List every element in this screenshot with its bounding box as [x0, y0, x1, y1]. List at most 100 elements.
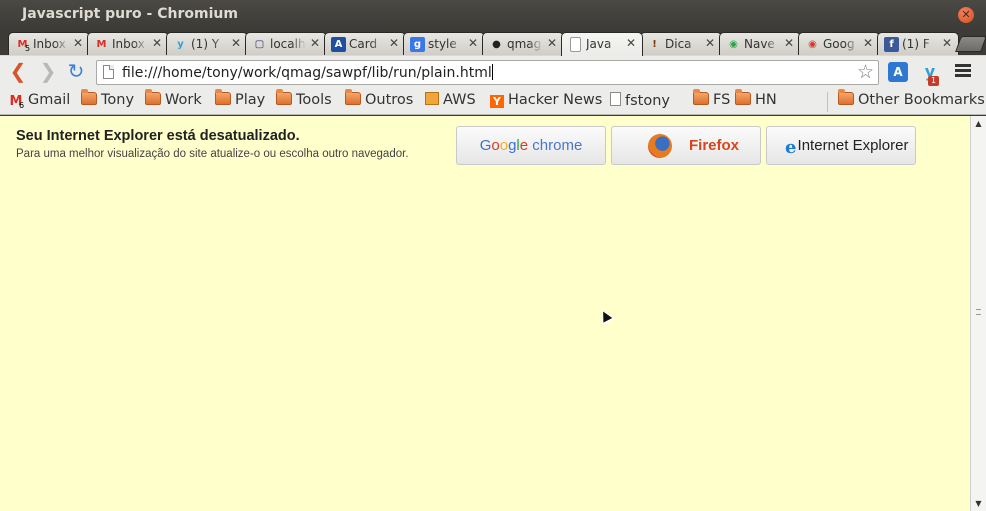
toolbar: ❮ ❯ ↻ file:///home/tony/work/qmag/sawpf/…	[0, 55, 986, 88]
page-icon	[570, 37, 581, 52]
bookmark-hn[interactable]: HN	[735, 89, 777, 112]
bookmark-label: fstony	[625, 93, 670, 109]
folder-icon	[693, 89, 709, 105]
tab-label: qmag	[507, 37, 542, 51]
bookmarks-separator	[827, 92, 828, 112]
bookmark-outros[interactable]: Outros	[345, 89, 414, 112]
bookmark-label: Play	[235, 92, 266, 108]
bookmark-label: Outros	[365, 92, 414, 108]
bookmark-label: Tony	[101, 92, 135, 108]
ycombinator-icon: y	[177, 39, 184, 50]
firefox-button[interactable]: Firefox	[611, 126, 761, 165]
chrome-icon: ◉	[729, 39, 738, 50]
folder-icon	[735, 89, 751, 105]
page-icon	[103, 65, 114, 79]
scrollbar-grip[interactable]	[976, 309, 981, 315]
close-icon[interactable]: ✕	[958, 7, 974, 23]
address-bar[interactable]: file:///home/tony/work/qmag/sawpf/lib/ru…	[96, 60, 879, 85]
warning-subtitle: Para uma melhor visualização do site atu…	[16, 148, 409, 160]
tab-0[interactable]: M Inbox ✕ 5	[8, 32, 90, 55]
bookmark-tony[interactable]: Tony	[81, 89, 135, 112]
tab-close-icon[interactable]: ✕	[784, 36, 794, 50]
bookmark-hacker-news[interactable]: Y Hacker News	[490, 92, 602, 112]
back-button[interactable]: ❮	[6, 60, 30, 84]
tab-10[interactable]: ◉ Goog ✕	[798, 32, 880, 55]
folder-icon	[838, 89, 854, 105]
tab-close-icon[interactable]: ✕	[73, 36, 83, 50]
vertical-scrollbar[interactable]: ▲ ▼	[970, 116, 986, 511]
tab-close-icon[interactable]: ✕	[231, 36, 241, 50]
tab-5[interactable]: g style ✕	[403, 32, 485, 55]
folder-icon	[345, 89, 361, 105]
tab-9[interactable]: ◉ Nave ✕	[719, 32, 801, 55]
bookmark-label: Gmail	[28, 92, 71, 108]
tab-close-icon[interactable]: ✕	[705, 36, 715, 50]
window-title: Javascript puro - Chromium	[22, 6, 238, 22]
reload-button[interactable]: ↻	[64, 60, 88, 84]
bookmark-work[interactable]: Work	[145, 89, 202, 112]
title-bar: Javascript puro - Chromium ✕	[0, 0, 986, 30]
tab-close-icon[interactable]: ✕	[310, 36, 320, 50]
other-bookmarks[interactable]: Other Bookmarks	[838, 89, 985, 112]
tab-close-icon[interactable]: ✕	[547, 36, 557, 50]
tab-label: localhost	[270, 37, 306, 51]
facebook-icon: f	[884, 37, 899, 52]
tab-label: (1) F	[902, 37, 930, 51]
menu-icon[interactable]	[955, 64, 971, 80]
url-text[interactable]: file:///home/tony/work/qmag/sawpf/lib/ru…	[122, 64, 493, 81]
bookmark-fs[interactable]: FS	[693, 89, 731, 112]
tab-8[interactable]: ! Dica ✕	[640, 32, 722, 55]
bookmark-label: Other Bookmarks	[858, 92, 985, 108]
browser-window: Javascript puro - Chromium ✕ M Inbox ✕ 5 M In…	[0, 0, 986, 511]
bookmark-badge: 6	[19, 101, 25, 110]
tab-close-icon[interactable]: ✕	[942, 36, 952, 50]
bookmark-tools[interactable]: Tools	[276, 89, 332, 112]
bookmark-aws[interactable]: AWS	[425, 92, 476, 112]
scroll-down-arrow-icon[interactable]: ▼	[971, 496, 986, 511]
bookmark-fstony[interactable]: fstony	[610, 92, 670, 112]
tab-close-icon[interactable]: ✕	[626, 36, 636, 50]
warning-title: Seu Internet Explorer está desatualizado…	[16, 128, 300, 144]
tab-close-icon[interactable]: ✕	[152, 36, 162, 50]
tab-close-icon[interactable]: ✕	[468, 36, 478, 50]
bookmark-label: FS	[713, 92, 731, 108]
bookmark-gmail[interactable]: M Gmail 6	[8, 92, 71, 112]
page-content: Seu Internet Explorer está desatualizado…	[0, 116, 970, 511]
tab-label: Dica	[665, 37, 692, 51]
google-brand-text: Google	[479, 137, 529, 154]
bookmark-play[interactable]: Play	[215, 89, 266, 112]
tab-close-icon[interactable]: ✕	[389, 36, 399, 50]
extension-badge: 1	[928, 76, 940, 86]
bookmark-label: AWS	[443, 92, 476, 108]
bookmark-label: HN	[755, 92, 777, 108]
bookmark-label: Work	[165, 92, 202, 108]
forward-button[interactable]: ❯	[36, 60, 60, 84]
tab-strip: MInbox✕5MInbox✕y(1) Y✕▢localhost✕ACard✕g…	[0, 30, 986, 56]
bookmark-star-icon[interactable]: ☆	[857, 61, 874, 83]
gmail-icon: M	[96, 39, 107, 50]
chrome-icon: ◉	[808, 39, 817, 50]
tab-4[interactable]: A Card ✕	[324, 32, 406, 55]
tab-close-icon[interactable]: ✕	[863, 36, 873, 50]
internet-explorer-button[interactable]: e Internet Explorer	[766, 126, 916, 165]
folder-icon	[81, 89, 97, 105]
google-chrome-button[interactable]: Google chrome	[456, 126, 606, 165]
tab-2[interactable]: y (1) Y ✕	[166, 32, 248, 55]
app-icon: ▢	[254, 39, 265, 50]
translate-icon[interactable]: A	[888, 62, 908, 82]
tab-6[interactable]: ● qmag ✕	[482, 32, 564, 55]
a-letter-icon: A	[331, 37, 346, 52]
tab-label: Card	[349, 37, 378, 51]
tab-1[interactable]: M Inbox ✕	[87, 32, 169, 55]
tab-badge: 5	[25, 44, 31, 53]
github-icon: ●	[492, 39, 501, 50]
google-icon: g	[410, 37, 425, 52]
tab-3[interactable]: ▢ localhost ✕	[245, 32, 327, 55]
scroll-up-arrow-icon[interactable]: ▲	[971, 116, 986, 131]
folder-icon	[145, 89, 161, 105]
folder-icon	[276, 89, 292, 105]
tab-label: (1) Y	[191, 37, 220, 51]
tab-11[interactable]: f (1) F ✕	[877, 32, 959, 55]
tab-7[interactable]: Java ✕	[561, 32, 643, 56]
new-tab-button[interactable]	[955, 36, 986, 52]
